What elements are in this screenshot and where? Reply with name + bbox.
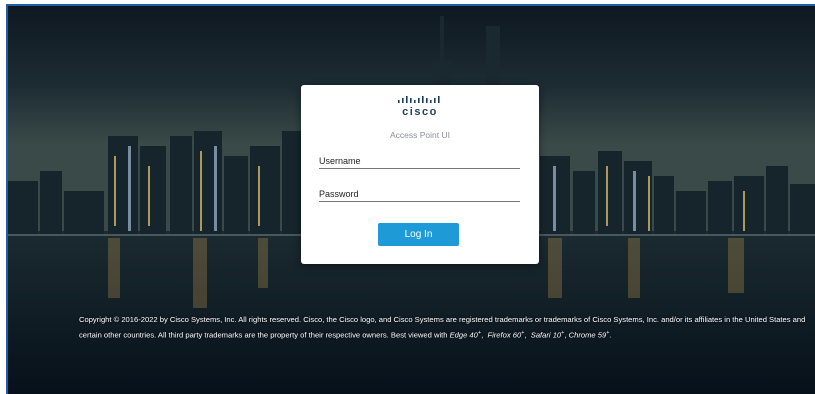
copyright-text: Copyright © 2016-2022 by Cisco Systems, … [79,315,806,340]
browser-chrome: Chrome 59 [568,330,607,340]
username-field: x [319,153,520,169]
cisco-logo: cisco [301,95,539,118]
login-card: cisco Access Point UI x x Log In [301,85,539,264]
password-field: x [319,186,520,202]
password-input[interactable] [319,186,520,202]
plus-sign: + [521,329,525,336]
login-page: cisco Access Point UI x x Log In Copyrig… [6,4,815,394]
app-subtitle: Access Point UI [390,130,450,140]
login-button[interactable]: Log In [378,223,459,246]
plus-sign: + [477,329,482,336]
username-input[interactable] [319,153,520,169]
browser-firefox: Firefox 60 [487,330,522,340]
plus-sign: + [561,329,565,336]
cisco-brand-word: cisco [402,106,438,118]
browser-safari: Safari 10 [530,330,562,340]
plus-sign: + [606,329,610,336]
browser-edge: Edge 40 [449,330,478,340]
copyright-notice: Copyright © 2016-2022 by Cisco Systems, … [79,315,806,340]
cisco-logo-icon [398,96,440,103]
